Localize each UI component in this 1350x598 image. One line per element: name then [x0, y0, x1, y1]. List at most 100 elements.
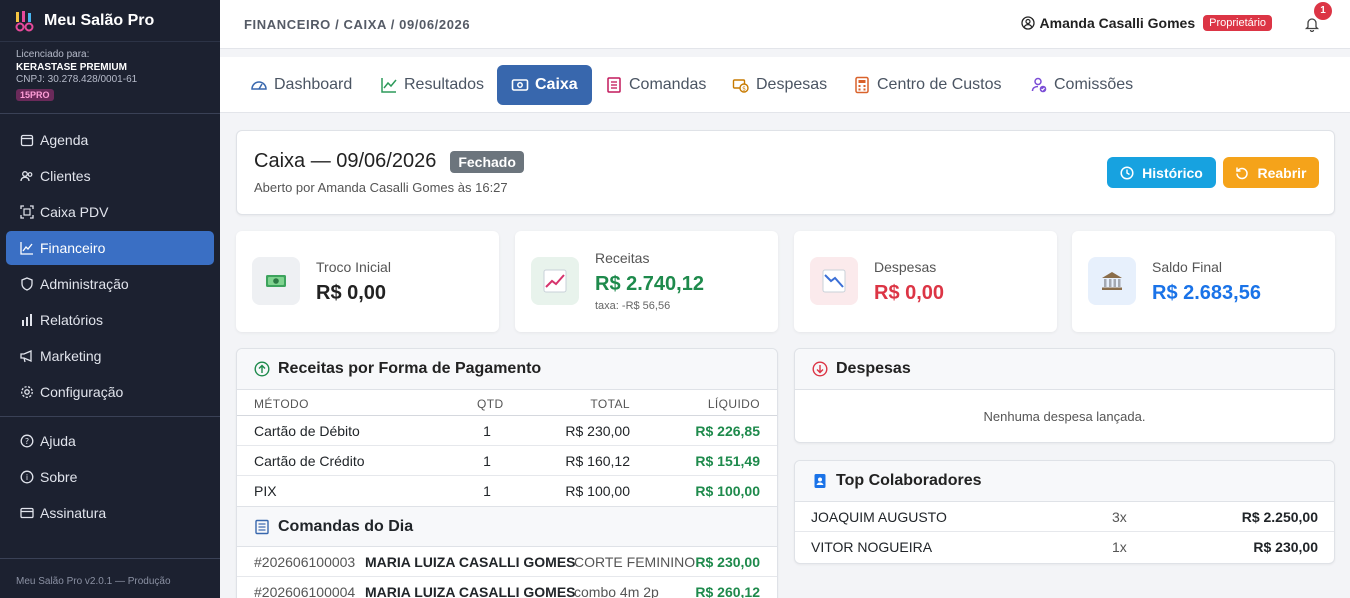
colaborador-nome: JOAQUIM AUGUSTO [811, 509, 947, 525]
svg-text:?: ? [25, 437, 29, 446]
finance-tabs: Dashboard Resultados Caixa Comandas $ De… [220, 57, 1350, 113]
sidebar-item-ajuda[interactable]: ? Ajuda [6, 424, 214, 458]
cell-qtd: 1 [483, 453, 491, 469]
colaborador-valor: R$ 2.250,00 [1241, 509, 1318, 525]
info-icon: i [20, 470, 34, 484]
despesas-panel-title: Despesas [836, 360, 911, 377]
license-cnpj: CNPJ: 30.278.428/0001-61 [16, 74, 138, 85]
comandas-header: Comandas do Dia [237, 506, 777, 547]
sidebar-item-label: Configuração [40, 384, 124, 400]
stat-value: R$ 2.683,56 [1152, 282, 1261, 304]
sidebar: Meu Salão Pro Licenciado para: KERASTASE… [0, 0, 220, 598]
cell-total: R$ 100,00 [565, 483, 630, 499]
list-item[interactable]: #202606100004 MARIA LUIZA CASALLI GOMES … [237, 577, 777, 598]
license-label: Licenciado para: [16, 49, 90, 60]
tab-dashboard[interactable]: Dashboard [236, 65, 366, 105]
caixa-title: Caixa — 09/06/2026 [254, 150, 437, 172]
tab-comissoes[interactable]: Comissões [1016, 65, 1147, 105]
list-item[interactable]: #202606100003 MARIA LUIZA CASALLI GOMES … [237, 547, 777, 577]
table-row: VITOR NOGUEIRA 1x R$ 230,00 [795, 532, 1334, 562]
sidebar-item-sobre[interactable]: i Sobre [6, 460, 214, 494]
receipt-icon [605, 76, 623, 94]
stat-label: Troco Inicial [316, 259, 391, 275]
table-row: Cartão de Débito 1 R$ 230,00 R$ 226,85 [237, 416, 777, 446]
sidebar-item-marketing[interactable]: Marketing [6, 339, 214, 373]
cell-metodo: Cartão de Débito [254, 423, 360, 439]
stat-value: R$ 2.740,12 [595, 273, 704, 295]
bank-icon [1088, 257, 1136, 305]
sidebar-item-label: Administração [40, 276, 129, 292]
notification-count: 1 [1314, 2, 1332, 20]
cell-metodo: Cartão de Crédito [254, 453, 365, 469]
sidebar-item-label: Clientes [40, 168, 91, 184]
tab-resultados[interactable]: Resultados [366, 65, 498, 105]
sidebar-nav: Agenda Clientes Caixa PDV Financeiro Adm… [0, 114, 220, 530]
cash-icon [511, 76, 529, 94]
col-liquido: LÍQUIDO [707, 397, 760, 411]
top-panel-header: Top Colaboradores [795, 461, 1334, 502]
sidebar-item-relatorios[interactable]: Relatórios [6, 303, 214, 337]
receitas-table-header: MÉTODO QTD TOTAL LÍQUIDO [237, 390, 777, 416]
stat-receitas: Receitas R$ 2.740,12 taxa: -R$ 56,56 [515, 231, 778, 332]
sidebar-item-financeiro[interactable]: Financeiro [6, 231, 214, 265]
caixa-header-card: Caixa — 09/06/2026 Fechado Aberto por Am… [236, 130, 1335, 215]
app-name: Meu Salão Pro [44, 11, 155, 29]
despesas-panel-header: Despesas [795, 349, 1334, 390]
caixa-title-row: Caixa — 09/06/2026 Fechado [254, 150, 524, 173]
breadcrumb: FINANCEIRO / CAIXA / 09/06/2026 [244, 17, 471, 32]
cell-liquido: R$ 151,49 [695, 453, 760, 469]
rotate-icon [1235, 166, 1249, 180]
empty-message: Nenhuma despesa lançada. [983, 409, 1146, 424]
colaborador-valor: R$ 230,00 [1253, 539, 1318, 555]
comanda-id: #202606100003 [254, 554, 356, 570]
money-bag-icon: $ [732, 76, 750, 94]
historico-button[interactable]: Histórico [1107, 157, 1216, 188]
tab-despesas[interactable]: $ Despesas [718, 65, 841, 105]
sidebar-item-clientes[interactable]: Clientes [6, 159, 214, 193]
sidebar-item-caixa-pdv[interactable]: Caixa PDV [6, 195, 214, 229]
caixa-subtitle: Aberto por Amanda Casalli Gomes às 16:27 [254, 180, 508, 195]
reabrir-button[interactable]: Reabrir [1223, 157, 1319, 188]
sidebar-item-agenda[interactable]: Agenda [6, 123, 214, 157]
tab-caixa[interactable]: Caixa [497, 65, 592, 105]
chart-line-icon [20, 241, 34, 255]
sidebar-item-administracao[interactable]: Administração [6, 267, 214, 301]
colaborador-nome: VITOR NOGUEIRA [811, 539, 933, 555]
reabrir-label: Reabrir [1257, 164, 1307, 181]
col-qtd: QTD [477, 397, 504, 411]
tab-comandas[interactable]: Comandas [591, 65, 720, 105]
sidebar-divider [0, 416, 220, 417]
sidebar-item-label: Agenda [40, 132, 89, 148]
svg-text:$: $ [742, 85, 746, 92]
user-menu[interactable]: Amanda Casalli Gomes Proprietário [1020, 15, 1272, 31]
comandas-title: Comandas do Dia [278, 517, 414, 535]
comanda-servico: CORTE FEMININO [574, 554, 696, 570]
sidebar-item-configuracao[interactable]: Configuração [6, 375, 214, 409]
card-icon [20, 506, 34, 520]
clock-icon [1120, 165, 1134, 180]
receitas-panel-title: Receitas por Forma de Pagamento [278, 360, 542, 377]
arrow-up-circle-icon [254, 361, 270, 377]
brand[interactable]: Meu Salão Pro [0, 0, 220, 42]
stat-value: R$ 0,00 [316, 282, 387, 304]
sidebar-item-label: Financeiro [40, 240, 106, 256]
colaborador-qtd: 1x [1112, 539, 1127, 555]
question-icon: ? [20, 434, 34, 448]
status-badge: Fechado [450, 150, 524, 173]
user-name: Amanda Casalli Gomes [1039, 15, 1196, 31]
arrow-down-circle-icon [812, 361, 828, 377]
cell-total: R$ 230,00 [565, 423, 630, 439]
sidebar-item-label: Sobre [40, 469, 78, 485]
historico-label: Histórico [1142, 164, 1203, 181]
stat-despesas: Despesas R$ 0,00 [794, 231, 1057, 332]
table-row: JOAQUIM AUGUSTO 3x R$ 2.250,00 [795, 502, 1334, 532]
tab-label: Comandas [629, 76, 707, 93]
cell-liquido: R$ 100,00 [695, 483, 760, 499]
role-badge: Proprietário [1203, 15, 1272, 31]
receitas-panel: Receitas por Forma de Pagamento MÉTODO Q… [236, 348, 778, 598]
calculator-icon [853, 76, 871, 94]
tab-centro-de-custos[interactable]: Centro de Custos [839, 65, 1016, 105]
sidebar-item-assinatura[interactable]: Assinatura [6, 496, 214, 530]
app-version: Meu Salão Pro v2.0.1 — Produção [0, 558, 220, 598]
sidebar-item-label: Marketing [40, 348, 102, 364]
